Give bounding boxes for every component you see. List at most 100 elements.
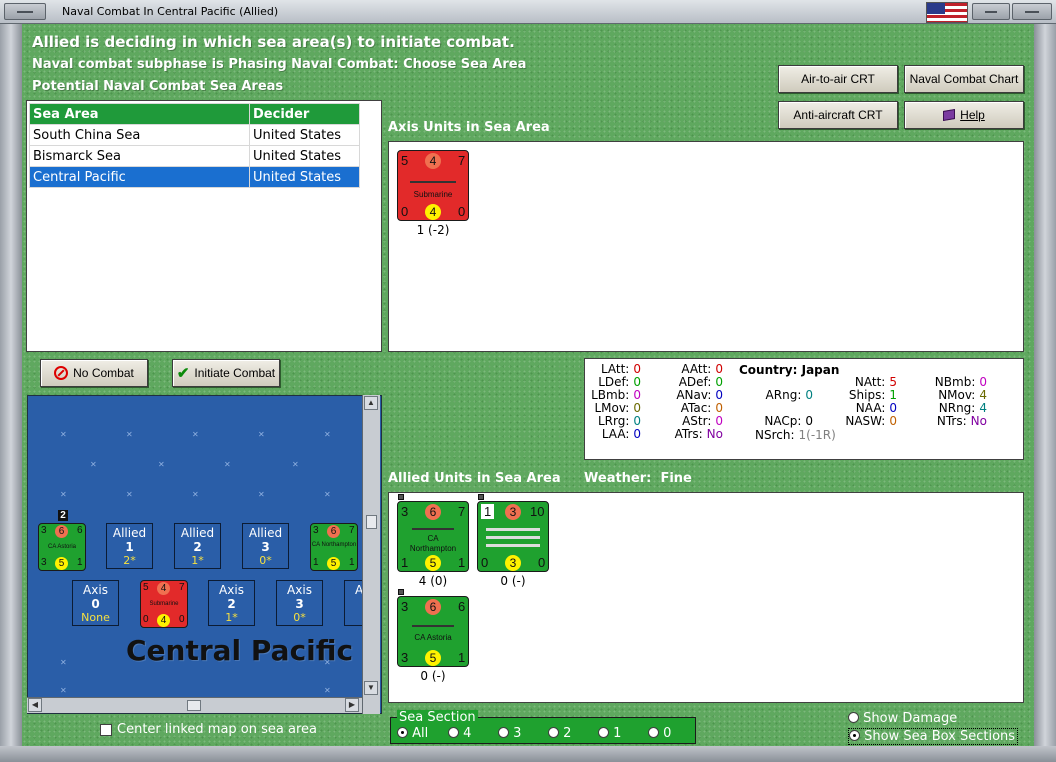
subphase-line: Naval combat subphase is Phasing Naval C… [32, 57, 527, 72]
unit-stat: 1 [313, 557, 319, 568]
stat-label: LMov: [594, 401, 630, 415]
sea-section-option-all[interactable]: All [397, 726, 428, 741]
allied-unit-astoria[interactable]: 3 6 6 CA Astoria 3 5 1 [397, 596, 469, 667]
scroll-thumb[interactable] [366, 515, 377, 529]
unit-stat: 3 [401, 650, 409, 665]
allied-section-box-1[interactable]: Allied 1 2* [106, 523, 153, 569]
country-label: Country: [739, 363, 798, 377]
map-marker: ✕ [324, 490, 331, 499]
map-vertical-scrollbar[interactable]: ▲ ▼ [362, 395, 380, 714]
sea-area-cell: Bismarck Sea [29, 145, 250, 167]
stat-label: NASW: [845, 414, 886, 428]
sea-area-map[interactable]: ✕ ✕ ✕ ✕ ✕ ✕ ✕ ✕ ✕ ✕ ✕ ✕ ✕ ✕ ✕ ✕ ✕ ✕ 2 3 … [27, 395, 382, 714]
sea-section-option-2[interactable]: 2 [548, 726, 571, 741]
radio-icon [848, 712, 859, 723]
unit-marker-icon [478, 494, 484, 500]
axis-section-box-3[interactable]: Axis 3 0* [276, 580, 323, 626]
sea-section-option-1[interactable]: 1 [598, 726, 621, 741]
minimize-button[interactable] [972, 3, 1010, 20]
unit-stat: 5 [425, 555, 441, 571]
stats-col3: ARng: 0 NACp: 0 [751, 389, 813, 428]
allied-unit-northampton[interactable]: 3 6 7 CA Northampton 1 5 1 [397, 501, 469, 572]
map-marker: ✕ [60, 658, 67, 667]
unit-stat: 5 [55, 557, 68, 570]
unit-stat: 6 [425, 599, 441, 615]
close-button[interactable] [1012, 3, 1052, 20]
unit-stat: 3 [41, 557, 47, 568]
column-sea-area[interactable]: Sea Area [29, 103, 250, 125]
map-unit-northampton[interactable]: 3 6 7 CA Northampton 1 5 1 [310, 523, 358, 571]
table-row[interactable]: South China Sea United States [29, 124, 360, 146]
center-map-checkbox[interactable] [100, 724, 112, 736]
scroll-down-icon[interactable]: ▼ [364, 681, 378, 695]
country-line: Country: Japan [739, 363, 839, 377]
air-to-air-crt-button[interactable]: Air-to-air CRT [778, 65, 898, 93]
anti-aircraft-crt-button[interactable]: Anti-aircraft CRT [778, 101, 898, 129]
show-sea-box-option[interactable]: Show Sea Box Sections [848, 728, 1019, 745]
unit-stat: 10 [530, 504, 545, 519]
help-button[interactable]: Help [904, 101, 1024, 129]
unit-stat: 0 [143, 614, 149, 625]
cruiser-icon [412, 528, 454, 530]
stat-label: AAtt: [681, 362, 712, 376]
sea-section-option-3[interactable]: 3 [498, 726, 521, 741]
show-damage-label: Show Damage [863, 711, 958, 726]
map-unit-submarine[interactable]: 5 4 7 Submarine 0 4 0 [140, 580, 188, 628]
allied-section-box-3[interactable]: Allied 3 0* [242, 523, 289, 569]
map-marker: ✕ [126, 430, 133, 439]
box-side: Allied [248, 526, 283, 540]
map-marker: ✕ [224, 460, 231, 469]
window-menu-button[interactable] [4, 3, 46, 20]
stat-label: ARng: [765, 388, 802, 402]
unit-type: CA [414, 633, 425, 642]
stat-label: LDef: [598, 375, 630, 389]
stats-col5: NBmb: 0 NMov: 4 NRng: 4 NTrs: No [929, 376, 987, 428]
map-horizontal-scrollbar[interactable]: ◀ ▶ [27, 697, 362, 713]
stat-value: 0 [633, 401, 641, 415]
scroll-right-icon[interactable]: ▶ [345, 698, 359, 712]
show-damage-option[interactable]: Show Damage [848, 711, 957, 726]
unit-caption: 0 (-) [500, 574, 526, 588]
stat-value: 4 [979, 401, 987, 415]
radio-icon [498, 727, 509, 738]
air-to-air-label: Air-to-air CRT [801, 72, 875, 86]
stat-label: AStr: [682, 414, 712, 428]
anti-aircraft-label: Anti-aircraft CRT [793, 108, 883, 122]
sea-section-option-4[interactable]: 4 [448, 726, 471, 741]
allied-units-heading: Allied Units in Sea Area [388, 471, 561, 486]
naval-combat-chart-button[interactable]: Naval Combat Chart [904, 65, 1024, 93]
map-marker: ✕ [60, 430, 67, 439]
no-combat-button[interactable]: No Combat [40, 359, 148, 387]
scroll-up-icon[interactable]: ▲ [364, 396, 378, 410]
stat-value: 0 [889, 401, 897, 415]
map-marker: ✕ [258, 490, 265, 499]
axis-unit-counter[interactable]: 5 4 7 Submarine 0 4 0 [397, 150, 469, 221]
box-value: None [81, 611, 110, 624]
scroll-thumb[interactable] [187, 700, 201, 711]
column-decider[interactable]: Decider [249, 103, 360, 125]
allied-unit-stack[interactable]: 1 3 10 0 3 0 [477, 501, 549, 572]
radio-icon [849, 730, 860, 741]
axis-section-box-0[interactable]: Axis 0 None [72, 580, 119, 626]
table-row[interactable]: Bismarck Sea United States [29, 145, 360, 167]
unit-name: Northampton [409, 544, 457, 553]
allied-section-box-2[interactable]: Allied 2 1* [174, 523, 221, 569]
sea-section-option-0[interactable]: 0 [648, 726, 671, 741]
box-side: Axis [219, 583, 244, 597]
box-side: Allied [112, 526, 147, 540]
stat-label: LBmb: [591, 388, 630, 402]
table-row-selected[interactable]: Central Pacific United States [29, 166, 360, 188]
map-unit-astoria[interactable]: 3 6 6 CA Astoria 3 5 1 [38, 523, 86, 571]
unit-stat: 5 [327, 557, 340, 570]
unit-stat: 0 [179, 614, 185, 625]
weather-value: Fine [660, 471, 692, 486]
unit-stat: 1 [481, 504, 495, 519]
unit-stat: 6 [77, 525, 83, 536]
stats-col2: AAtt: 0 ADef: 0 ANav: 0 ATac: 0 AStr: 0 ATrs:… [669, 363, 723, 441]
initiate-combat-button[interactable]: ✔ Initiate Combat [172, 359, 280, 387]
stat-value: 0 [633, 375, 641, 389]
axis-section-box-2[interactable]: Axis 2 1* [208, 580, 255, 626]
map-marker: ✕ [258, 430, 265, 439]
scroll-left-icon[interactable]: ◀ [28, 698, 42, 712]
stack-count-badge: 2 [58, 510, 68, 521]
